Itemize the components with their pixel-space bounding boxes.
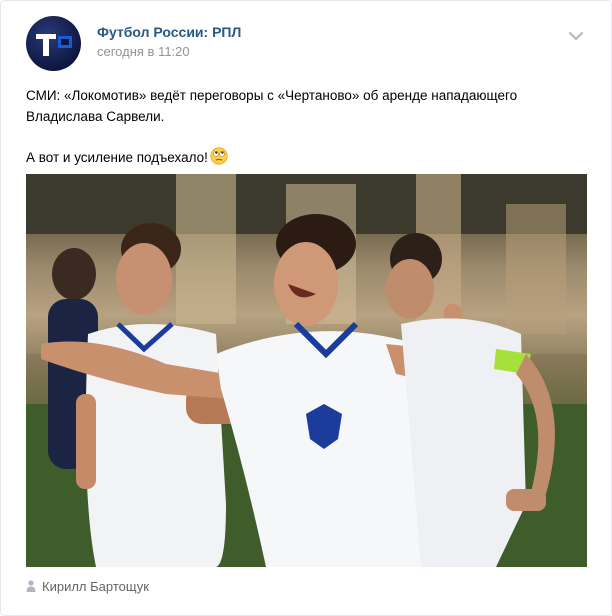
post-photo[interactable] [26, 174, 587, 567]
post-text-line-2: А вот и усиление подъехало! [26, 147, 591, 168]
post-text: СМИ: «Локомотив» ведёт переговоры с «Чер… [26, 85, 591, 168]
community-avatar[interactable] [26, 16, 81, 71]
person-icon [26, 580, 36, 592]
post-text-line-2-label: А вот и усиление подъехало! [26, 150, 208, 165]
community-logo-icon [36, 34, 72, 56]
rolling-eyes-emoji-icon [210, 147, 228, 165]
post-card: Футбол России: РПЛ сегодня в 11:20 СМИ: … [0, 0, 612, 616]
chevron-down-icon[interactable] [568, 31, 584, 41]
photo-credit-name-link[interactable]: Кирилл Бартощук [42, 579, 149, 594]
author-name-link[interactable]: Футбол России: РПЛ [97, 24, 241, 40]
photo-credit: Кирилл Бартощук [26, 579, 149, 594]
post-text-line-1: СМИ: «Локомотив» ведёт переговоры с «Чер… [26, 88, 518, 124]
football-players-photo [26, 174, 587, 567]
post-date-link[interactable]: сегодня в 11:20 [97, 44, 190, 59]
